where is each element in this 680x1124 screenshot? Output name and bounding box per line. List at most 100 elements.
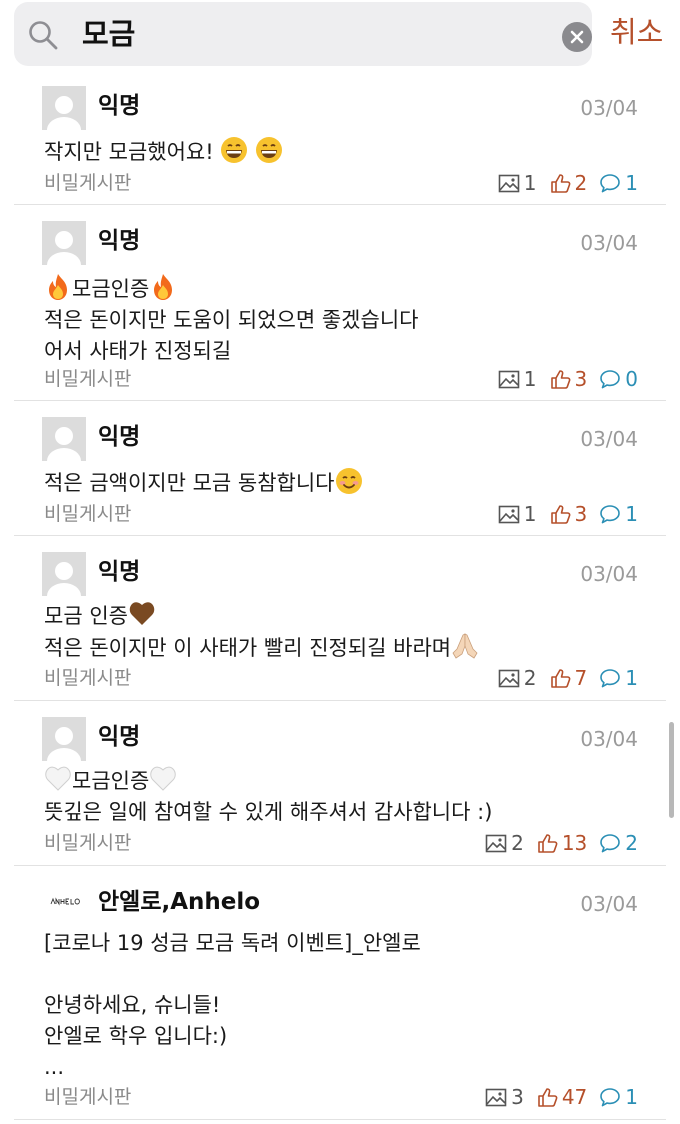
post-line: 안엘로 학우 입니다:) <box>44 1024 228 1048</box>
post-line: 어서 사태가 진정되길 <box>44 339 232 363</box>
post-date: 03/04 <box>580 231 638 255</box>
post-line: 모금인증 <box>72 769 150 793</box>
post-line: ... <box>44 1055 65 1079</box>
post-line: 적은 금액이지만 모금 동참합니다 <box>44 471 335 495</box>
post-body: 작지만 모금했어요! <box>44 136 283 168</box>
like-count: 13 <box>536 831 587 855</box>
post-line: 작지만 모금했어요! <box>44 140 221 164</box>
grinning-face-emoji <box>255 136 283 164</box>
post-stats: 1 3 1 <box>486 501 638 527</box>
post-board: 비밀게시판 <box>44 832 132 854</box>
image-count: 1 <box>498 367 537 391</box>
post-stats: 3 47 1 <box>473 1084 638 1110</box>
search-input[interactable]: 모금 <box>82 14 135 54</box>
post-author: 익명 <box>98 93 141 119</box>
grinning-face-emoji <box>220 136 249 164</box>
list-item[interactable]: 익명 03/04 모금 인증 적은 돈이지만 이 사태가 빨리 진정되길 바라며… <box>14 536 666 701</box>
comment-count: 1 <box>599 1085 638 1109</box>
like-count: 3 <box>549 502 587 526</box>
image-count: 1 <box>498 502 537 526</box>
folded-hands-emoji <box>452 633 478 659</box>
club-logo-icon <box>50 897 80 906</box>
post-body: 모금인증 적은 돈이지만 도움이 되었으면 좋겠습니다 어서 사태가 진정되길 <box>44 273 418 367</box>
fire-emoji <box>154 274 173 300</box>
image-icon <box>485 1088 507 1106</box>
thumbs-up-icon <box>550 505 570 524</box>
comment-icon <box>600 505 621 524</box>
post-date: 03/04 <box>580 727 638 751</box>
avatar <box>42 552 86 596</box>
clear-search-button[interactable] <box>562 22 592 52</box>
post-body: 모금인증 뜻깊은 일에 참여할 수 있게 해주셔서 감사합니다 :) <box>44 765 492 828</box>
comment-count: 2 <box>599 831 638 855</box>
post-board: 비밀게시판 <box>44 172 132 194</box>
post-board: 비밀게시판 <box>44 368 132 390</box>
comment-icon <box>600 669 621 688</box>
brown-heart-emoji <box>129 602 155 625</box>
post-author: 익명 <box>98 724 141 750</box>
comment-icon <box>600 174 621 193</box>
like-count: 3 <box>549 367 587 391</box>
list-item[interactable]: 안엘로,Anhelo 03/04 [코로나 19 성금 모금 독려 이벤트]_안… <box>14 866 666 1120</box>
white-heart-emoji <box>45 766 71 791</box>
avatar <box>42 417 86 461</box>
post-line: 적은 돈이지만 이 사태가 빨리 진정되길 바라며 <box>44 636 452 660</box>
post-date: 03/04 <box>580 892 638 916</box>
fire-emoji <box>49 274 67 300</box>
cancel-button[interactable]: 취소 <box>610 10 663 54</box>
close-icon <box>570 30 584 44</box>
image-count: 1 <box>498 171 537 195</box>
smiling-face-emoji <box>334 467 363 495</box>
default-avatar-icon <box>42 86 86 130</box>
post-line: 모금인증 <box>72 277 150 301</box>
post-board: 비밀게시판 <box>44 667 132 689</box>
like-count: 2 <box>549 171 587 195</box>
comment-count: 0 <box>599 367 638 391</box>
search-field[interactable]: 모금 <box>14 2 592 66</box>
default-avatar-icon <box>42 221 86 265</box>
post-body: 적은 금액이지만 모금 동참합니다 <box>44 467 363 499</box>
image-count: 3 <box>485 1085 524 1109</box>
post-line: 적은 돈이지만 도움이 되었으면 좋겠습니다 <box>44 308 419 332</box>
scrollbar[interactable] <box>669 722 674 818</box>
post-body: 모금 인증 적은 돈이지만 이 사태가 빨리 진정되길 바라며 <box>44 600 479 664</box>
post-author: 안엘로,Anhelo <box>98 889 261 915</box>
list-item[interactable]: 익명 03/04 모금인증 적은 돈이지만 도움이 되었으면 좋겠습니다 어서 … <box>14 205 666 401</box>
post-author: 익명 <box>98 559 141 585</box>
image-count: 2 <box>485 831 524 855</box>
list-item[interactable]: 익명 03/04 모금인증 뜻깊은 일에 참여할 수 있게 해주셔서 감사합니다… <box>14 701 666 866</box>
thumbs-up-icon <box>538 834 558 853</box>
avatar <box>42 86 86 130</box>
comment-icon <box>600 834 621 853</box>
post-board: 비밀게시판 <box>44 503 132 525</box>
image-icon <box>498 174 520 192</box>
post-author: 익명 <box>98 228 141 254</box>
list-item[interactable]: 익명 03/04 작지만 모금했어요! 비밀게시판 1 2 1 <box>14 70 666 205</box>
thumbs-up-icon <box>538 1088 558 1107</box>
avatar <box>42 717 86 761</box>
like-count: 7 <box>549 666 587 690</box>
comment-count: 1 <box>599 502 638 526</box>
post-author: 익명 <box>98 424 141 450</box>
post-date: 03/04 <box>580 427 638 451</box>
post-board: 비밀게시판 <box>44 1086 132 1108</box>
default-avatar-icon <box>42 717 86 761</box>
post-body: [코로나 19 성금 모금 독려 이벤트]_안엘로 안녕하세요, 슈니들! 안엘… <box>44 928 421 1083</box>
image-icon <box>498 669 520 687</box>
image-icon <box>485 834 507 852</box>
post-date: 03/04 <box>580 96 638 120</box>
avatar <box>42 221 86 265</box>
search-header: 모금 취소 <box>0 0 680 70</box>
search-results-list: 익명 03/04 작지만 모금했어요! 비밀게시판 1 2 1 익명 03/04… <box>0 70 680 1120</box>
image-icon <box>498 370 520 388</box>
post-line: 뜻깊은 일에 참여할 수 있게 해주셔서 감사합니다 :) <box>44 800 493 824</box>
search-icon <box>29 21 58 50</box>
post-date: 03/04 <box>580 562 638 586</box>
list-item[interactable]: 익명 03/04 적은 금액이지만 모금 동참합니다 비밀게시판 1 3 1 <box>14 401 666 536</box>
thumbs-up-icon <box>550 669 570 688</box>
comment-icon <box>600 1088 621 1107</box>
thumbs-up-icon <box>550 370 570 389</box>
post-stats: 2 7 1 <box>486 665 638 691</box>
post-line: [코로나 19 성금 모금 독려 이벤트]_안엘로 <box>44 931 421 955</box>
image-icon <box>498 505 520 523</box>
